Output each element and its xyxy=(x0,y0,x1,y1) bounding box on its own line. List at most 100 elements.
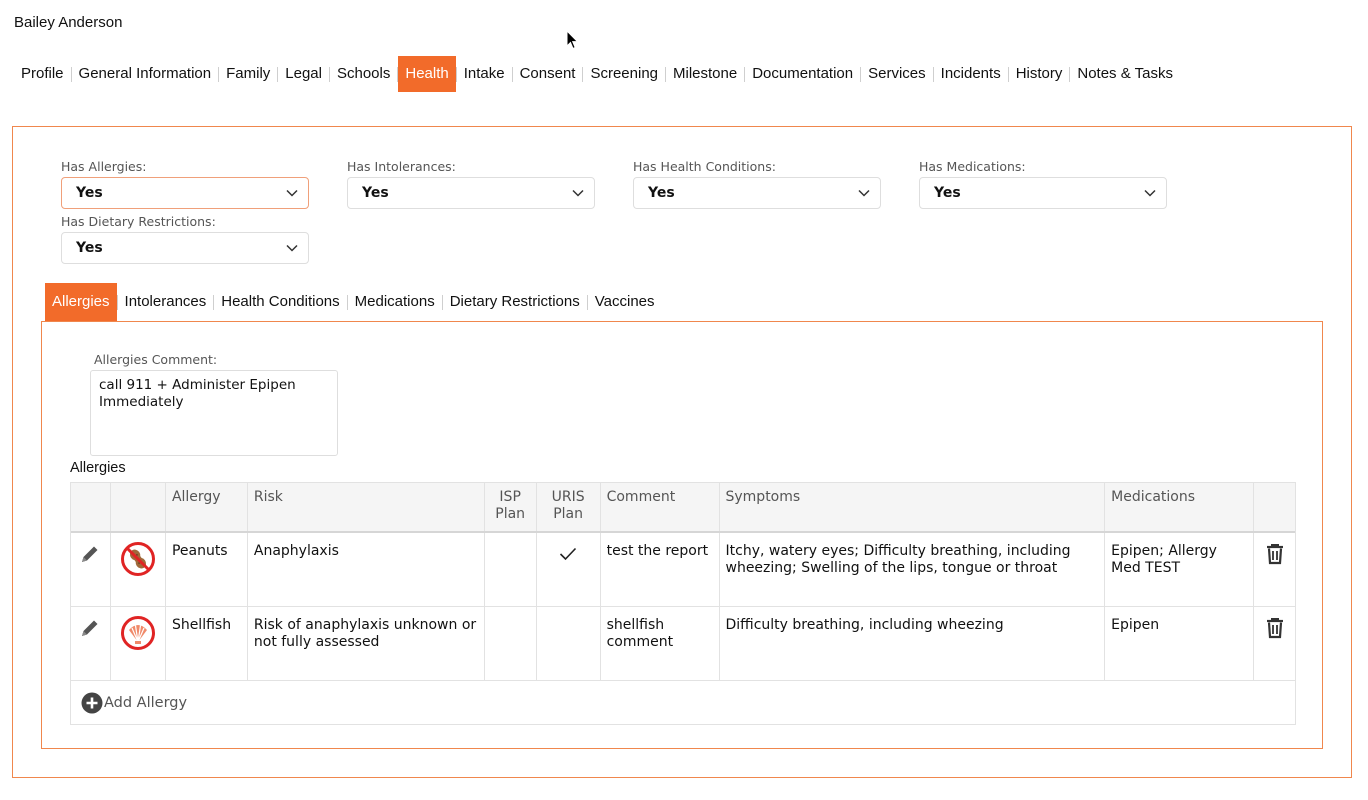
allergy-uris-plan xyxy=(537,607,601,680)
allergen-icon-cell xyxy=(111,533,166,606)
sub-tab-label[interactable]: Intolerances xyxy=(118,287,214,317)
has-allergies-select[interactable]: Yes xyxy=(61,177,309,209)
nav-tab-incidents[interactable]: Incidents xyxy=(934,56,1008,92)
has-health-conditions-select[interactable]: Yes xyxy=(633,177,881,209)
sub-tab-allergies[interactable]: Allergies xyxy=(45,283,117,321)
sub-tab-label[interactable]: Medications xyxy=(348,287,442,317)
pencil-edit-icon[interactable] xyxy=(79,543,101,565)
has-medications-value: Yes xyxy=(934,185,961,201)
nav-tab-legal[interactable]: Legal xyxy=(278,56,329,92)
add-allergy-row: Add Allergy xyxy=(71,681,1295,724)
nav-tab-label[interactable]: Family xyxy=(219,58,277,90)
table-row: Peanuts Anaphylaxis test the report Itch… xyxy=(71,533,1295,607)
has-allergies-label: Has Allergies: xyxy=(61,159,147,174)
table-row: Shellfish Risk of anaphylaxis unknown or… xyxy=(71,607,1295,681)
nav-tab-label[interactable]: Documentation xyxy=(745,58,860,90)
nav-tab-intake[interactable]: Intake xyxy=(457,56,512,92)
sub-tab-medications[interactable]: Medications xyxy=(348,287,442,317)
mouse-cursor-icon xyxy=(566,30,579,50)
has-health-conditions-field: Has Health Conditions: Yes xyxy=(633,159,881,209)
header-allergy: Allergy xyxy=(166,483,248,531)
allergies-panel: Allergies Comment: call 911 + Administer… xyxy=(41,321,1323,749)
has-dietary-restrictions-label: Has Dietary Restrictions: xyxy=(61,214,216,229)
chevron-down-icon xyxy=(286,244,298,252)
nav-tab-label[interactable]: Schools xyxy=(330,58,397,90)
allergy-medications: Epipen xyxy=(1105,607,1255,680)
allergy-comment: shellfish comment xyxy=(601,607,720,680)
has-intolerances-label: Has Intolerances: xyxy=(347,159,456,174)
has-allergies-field: Has Allergies: Yes xyxy=(61,159,309,209)
add-allergy-button[interactable]: Add Allergy xyxy=(81,692,187,714)
nav-tab-milestone[interactable]: Milestone xyxy=(666,56,744,92)
nav-tab-screening[interactable]: Screening xyxy=(583,56,665,92)
nav-tab-label[interactable]: Services xyxy=(861,58,933,90)
header-edit xyxy=(71,483,111,531)
checkmark-icon xyxy=(560,547,577,561)
nav-tab-documentation[interactable]: Documentation xyxy=(745,56,860,92)
edit-cell xyxy=(71,533,111,606)
header-risk: Risk xyxy=(248,483,485,531)
nav-tab-label[interactable]: Consent xyxy=(513,58,583,90)
allergy-symptoms: Difficulty breathing, including wheezing xyxy=(720,607,1106,680)
has-medications-select[interactable]: Yes xyxy=(919,177,1167,209)
allergy-risk: Risk of anaphylaxis unknown or not fully… xyxy=(248,607,485,680)
has-intolerances-select[interactable]: Yes xyxy=(347,177,595,209)
header-medications: Medications xyxy=(1105,483,1255,531)
allergy-isp-plan xyxy=(485,533,537,606)
nav-tab-general-information[interactable]: General Information xyxy=(72,56,219,92)
sub-tab-dietary-restrictions[interactable]: Dietary Restrictions xyxy=(443,287,587,317)
nav-tab-profile[interactable]: Profile xyxy=(14,56,71,92)
sub-tab-label[interactable]: Dietary Restrictions xyxy=(443,287,587,317)
nav-tab-label[interactable]: Screening xyxy=(583,58,665,90)
sub-tab-label[interactable]: Allergies xyxy=(45,283,117,321)
allergy-comment: test the report xyxy=(601,533,720,606)
peanut-icon xyxy=(120,542,155,576)
nav-tab-history[interactable]: History xyxy=(1009,56,1070,92)
nav-tab-label[interactable]: History xyxy=(1009,58,1070,90)
nav-tab-family[interactable]: Family xyxy=(219,56,277,92)
sub-tab-intolerances[interactable]: Intolerances xyxy=(118,287,214,317)
chevron-down-icon xyxy=(858,189,870,197)
trash-icon[interactable] xyxy=(1265,617,1285,639)
has-dietary-restrictions-value: Yes xyxy=(76,240,103,256)
pencil-edit-icon[interactable] xyxy=(79,617,101,639)
nav-tab-label[interactable]: Legal xyxy=(278,58,329,90)
table-header-row: Allergy Risk ISP Plan URIS Plan Comment … xyxy=(71,483,1295,533)
has-dietary-restrictions-select[interactable]: Yes xyxy=(61,232,309,264)
allergy-symptoms: Itchy, watery eyes; Difficulty breathing… xyxy=(720,533,1106,606)
sub-tab-health-conditions[interactable]: Health Conditions xyxy=(214,287,346,317)
health-panel: Has Allergies: Yes Has Intolerances: Yes… xyxy=(12,126,1352,778)
has-medications-label: Has Medications: xyxy=(919,159,1026,174)
allergy-isp-plan xyxy=(485,607,537,680)
nav-tab-label[interactable]: Profile xyxy=(14,58,71,90)
header-isp-plan: ISP Plan xyxy=(485,483,537,531)
nav-tab-consent[interactable]: Consent xyxy=(513,56,583,92)
chevron-down-icon xyxy=(1144,189,1156,197)
allergy-medications: Epipen; Allergy Med TEST xyxy=(1105,533,1255,606)
nav-tab-health[interactable]: Health xyxy=(398,56,456,92)
allergies-comment-textarea[interactable]: call 911 + Administer Epipen Immediately xyxy=(90,370,338,456)
allergy-uris-plan xyxy=(537,533,601,606)
header-uris-plan: URIS Plan xyxy=(537,483,601,531)
nav-tab-label[interactable]: Incidents xyxy=(934,58,1008,90)
nav-tab-schools[interactable]: Schools xyxy=(330,56,397,92)
nav-tab-services[interactable]: Services xyxy=(861,56,933,92)
sub-tab-vaccines[interactable]: Vaccines xyxy=(588,287,662,317)
nav-tab-notes-tasks[interactable]: Notes & Tasks xyxy=(1070,56,1180,92)
allergen-icon-cell xyxy=(111,607,166,680)
add-allergy-label: Add Allergy xyxy=(104,694,188,711)
nav-tab-label[interactable]: Health xyxy=(398,56,456,92)
trash-icon[interactable] xyxy=(1265,543,1285,565)
chevron-down-icon xyxy=(286,189,298,197)
sub-tab-label[interactable]: Health Conditions xyxy=(214,287,346,317)
nav-tab-label[interactable]: Intake xyxy=(457,58,512,90)
nav-tab-label[interactable]: Milestone xyxy=(666,58,744,90)
sub-tab-label[interactable]: Vaccines xyxy=(588,287,662,317)
delete-cell xyxy=(1254,533,1295,606)
chevron-down-icon xyxy=(572,189,584,197)
has-intolerances-value: Yes xyxy=(362,185,389,201)
nav-tab-label[interactable]: Notes & Tasks xyxy=(1070,58,1180,90)
nav-tab-label[interactable]: General Information xyxy=(72,58,219,90)
allergy-risk: Anaphylaxis xyxy=(248,533,485,606)
health-sub-tabs: Allergies Intolerances Health Conditions… xyxy=(45,283,662,321)
